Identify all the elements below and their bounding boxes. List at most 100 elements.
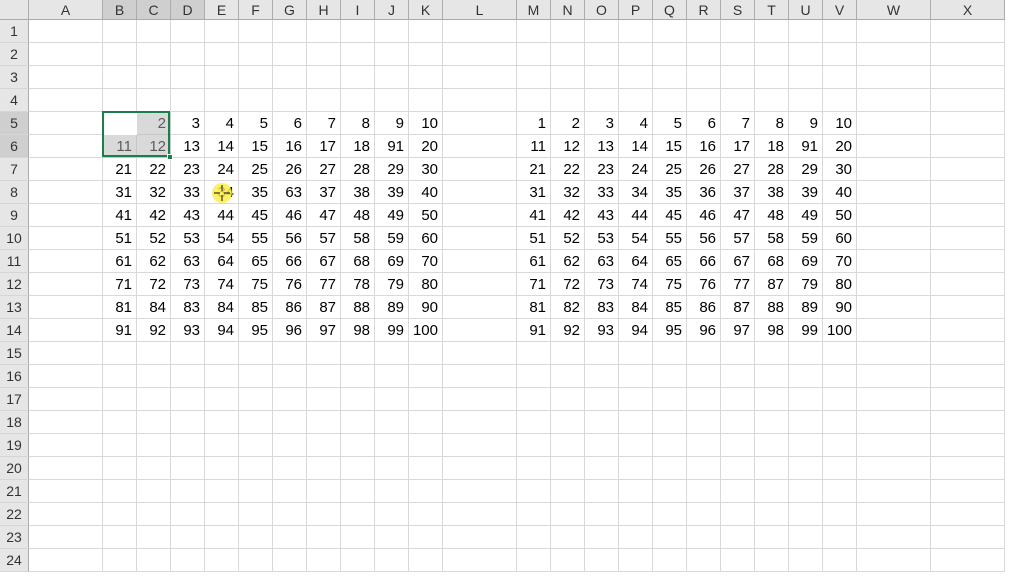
cell-D2[interactable] <box>171 43 205 66</box>
cell-G20[interactable] <box>273 457 307 480</box>
cell-G1[interactable] <box>273 20 307 43</box>
cell-A7[interactable] <box>29 158 103 181</box>
select-all-corner[interactable] <box>0 0 29 20</box>
cell-E6[interactable]: 14 <box>205 135 239 158</box>
cell-U17[interactable] <box>789 388 823 411</box>
cell-R1[interactable] <box>687 20 721 43</box>
cell-X2[interactable] <box>931 43 1005 66</box>
cell-H22[interactable] <box>307 503 341 526</box>
cell-N21[interactable] <box>551 480 585 503</box>
cell-X13[interactable] <box>931 296 1005 319</box>
cell-F2[interactable] <box>239 43 273 66</box>
cell-V20[interactable] <box>823 457 857 480</box>
cell-X22[interactable] <box>931 503 1005 526</box>
cell-P10[interactable]: 54 <box>619 227 653 250</box>
cell-J22[interactable] <box>375 503 409 526</box>
cell-O2[interactable] <box>585 43 619 66</box>
cell-L12[interactable] <box>443 273 517 296</box>
cell-O20[interactable] <box>585 457 619 480</box>
cell-S12[interactable]: 77 <box>721 273 755 296</box>
cell-C12[interactable]: 72 <box>137 273 171 296</box>
cell-K11[interactable]: 70 <box>409 250 443 273</box>
cell-A23[interactable] <box>29 526 103 549</box>
cell-H23[interactable] <box>307 526 341 549</box>
cell-G9[interactable]: 46 <box>273 204 307 227</box>
cell-J21[interactable] <box>375 480 409 503</box>
cell-E7[interactable]: 24 <box>205 158 239 181</box>
row-head-16[interactable]: 16 <box>0 365 29 388</box>
cell-R21[interactable] <box>687 480 721 503</box>
cell-A4[interactable] <box>29 89 103 112</box>
cell-C24[interactable] <box>137 549 171 572</box>
cell-H11[interactable]: 67 <box>307 250 341 273</box>
cell-O9[interactable]: 43 <box>585 204 619 227</box>
cell-D6[interactable]: 13 <box>171 135 205 158</box>
cell-U4[interactable] <box>789 89 823 112</box>
cell-S14[interactable]: 97 <box>721 319 755 342</box>
row-head-23[interactable]: 23 <box>0 526 29 549</box>
cell-I17[interactable] <box>341 388 375 411</box>
cell-K19[interactable] <box>409 434 443 457</box>
cell-H3[interactable] <box>307 66 341 89</box>
cell-I6[interactable]: 18 <box>341 135 375 158</box>
cell-U14[interactable]: 99 <box>789 319 823 342</box>
row-head-19[interactable]: 19 <box>0 434 29 457</box>
cell-S8[interactable]: 37 <box>721 181 755 204</box>
cell-M3[interactable] <box>517 66 551 89</box>
cell-U12[interactable]: 79 <box>789 273 823 296</box>
cell-T14[interactable]: 98 <box>755 319 789 342</box>
cell-W24[interactable] <box>857 549 931 572</box>
cell-I12[interactable]: 78 <box>341 273 375 296</box>
cell-P8[interactable]: 34 <box>619 181 653 204</box>
cell-M24[interactable] <box>517 549 551 572</box>
row-head-21[interactable]: 21 <box>0 480 29 503</box>
cell-B2[interactable] <box>103 43 137 66</box>
cell-O15[interactable] <box>585 342 619 365</box>
cell-A9[interactable] <box>29 204 103 227</box>
cell-A18[interactable] <box>29 411 103 434</box>
cell-O21[interactable] <box>585 480 619 503</box>
cell-S22[interactable] <box>721 503 755 526</box>
row-head-22[interactable]: 22 <box>0 503 29 526</box>
cell-N22[interactable] <box>551 503 585 526</box>
cell-V3[interactable] <box>823 66 857 89</box>
cell-D8[interactable]: 33 <box>171 181 205 204</box>
cell-E16[interactable] <box>205 365 239 388</box>
cell-T4[interactable] <box>755 89 789 112</box>
cell-J19[interactable] <box>375 434 409 457</box>
cell-G12[interactable]: 76 <box>273 273 307 296</box>
cell-Q15[interactable] <box>653 342 687 365</box>
cell-U13[interactable]: 89 <box>789 296 823 319</box>
cell-B23[interactable] <box>103 526 137 549</box>
cell-H7[interactable]: 27 <box>307 158 341 181</box>
cell-A15[interactable] <box>29 342 103 365</box>
cell-W23[interactable] <box>857 526 931 549</box>
cell-V18[interactable] <box>823 411 857 434</box>
cell-P19[interactable] <box>619 434 653 457</box>
cell-I16[interactable] <box>341 365 375 388</box>
cell-X7[interactable] <box>931 158 1005 181</box>
col-head-I[interactable]: I <box>341 0 375 20</box>
cell-W19[interactable] <box>857 434 931 457</box>
cell-K7[interactable]: 30 <box>409 158 443 181</box>
cell-E10[interactable]: 54 <box>205 227 239 250</box>
cell-B24[interactable] <box>103 549 137 572</box>
cell-O4[interactable] <box>585 89 619 112</box>
cell-P14[interactable]: 94 <box>619 319 653 342</box>
cell-P7[interactable]: 24 <box>619 158 653 181</box>
cell-U7[interactable]: 29 <box>789 158 823 181</box>
cell-F13[interactable]: 85 <box>239 296 273 319</box>
cell-T5[interactable]: 8 <box>755 112 789 135</box>
cell-R20[interactable] <box>687 457 721 480</box>
cell-V11[interactable]: 70 <box>823 250 857 273</box>
cell-V17[interactable] <box>823 388 857 411</box>
cell-R5[interactable]: 6 <box>687 112 721 135</box>
cell-F17[interactable] <box>239 388 273 411</box>
cell-T11[interactable]: 68 <box>755 250 789 273</box>
cell-L6[interactable] <box>443 135 517 158</box>
cell-V9[interactable]: 50 <box>823 204 857 227</box>
cell-Q21[interactable] <box>653 480 687 503</box>
cell-D9[interactable]: 43 <box>171 204 205 227</box>
cell-N13[interactable]: 82 <box>551 296 585 319</box>
cell-F11[interactable]: 65 <box>239 250 273 273</box>
